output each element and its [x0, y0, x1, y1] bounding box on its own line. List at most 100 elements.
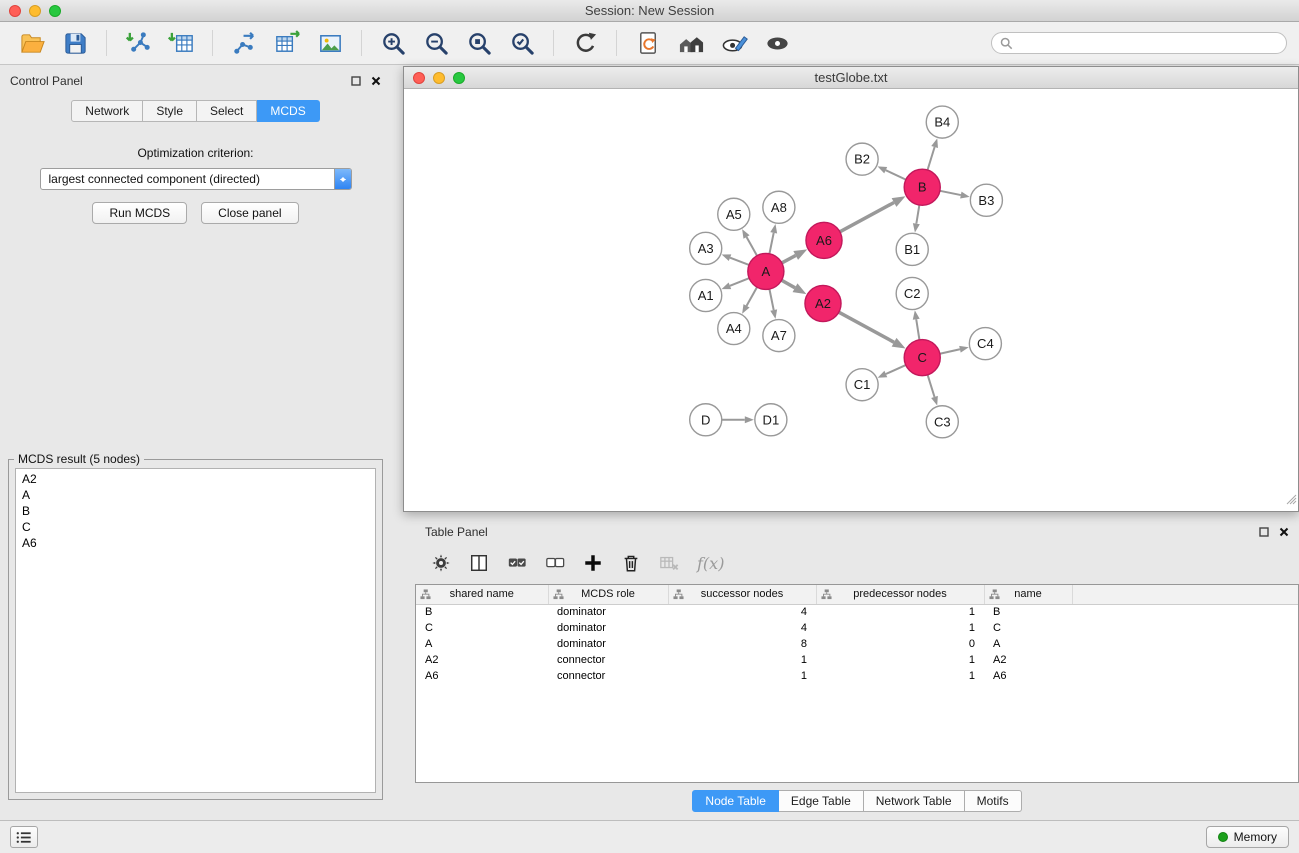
zoom-out-button[interactable] [416, 26, 456, 60]
close-table-panel-button[interactable] [1279, 527, 1289, 537]
graph-edge-A-A1[interactable] [730, 278, 749, 286]
zoom-selected-button[interactable] [502, 26, 542, 60]
table-settings-button[interactable] [431, 553, 451, 573]
graph-edge-C-C2[interactable] [916, 319, 919, 340]
graph-edge-B-B3[interactable] [940, 191, 961, 195]
graph-node-A8[interactable]: A8 [763, 191, 795, 223]
delete-row-button[interactable] [621, 553, 641, 573]
graph-node-B4[interactable]: B4 [926, 106, 958, 138]
select-all-button[interactable] [507, 553, 527, 573]
graph-node-B2[interactable]: B2 [846, 143, 878, 175]
table-row[interactable]: A2connector11A2 [416, 652, 1298, 668]
column-header-shared-name[interactable]: shared name [416, 585, 548, 604]
network-minimize-button[interactable] [433, 72, 445, 84]
hide-graphics-details-button[interactable] [714, 26, 754, 60]
graph-edge-A-A8[interactable] [769, 233, 773, 254]
graph-edge-C-C3[interactable] [928, 375, 935, 397]
delete-table-button[interactable] [659, 553, 679, 573]
table-row[interactable]: A6connector11A6 [416, 668, 1298, 684]
search-input[interactable] [1018, 36, 1278, 50]
network-close-button[interactable] [413, 72, 425, 84]
graph-node-B3[interactable]: B3 [970, 184, 1002, 216]
table-row[interactable]: Adominator80A [416, 636, 1298, 652]
export-network-button[interactable] [224, 26, 264, 60]
close-panel-action-button[interactable]: Close panel [201, 202, 298, 224]
result-item[interactable]: A6 [22, 535, 369, 551]
graph-edge-A-A5[interactable] [747, 237, 757, 256]
tab-select[interactable]: Select [197, 100, 257, 122]
mcds-result-list[interactable]: A2ABCA6 [15, 468, 376, 793]
graph-node-A3[interactable]: A3 [690, 232, 722, 264]
export-image-button[interactable] [310, 26, 350, 60]
graph-node-C4[interactable]: C4 [969, 328, 1001, 360]
tab-network[interactable]: Network [71, 100, 143, 122]
graph-node-B[interactable]: B [904, 169, 940, 205]
home-button[interactable] [671, 26, 711, 60]
graph-edge-B-B1[interactable] [916, 205, 919, 224]
graph-node-A4[interactable]: A4 [718, 313, 750, 345]
graph-edge-C-C4[interactable] [940, 349, 960, 353]
table-row[interactable]: Cdominator41C [416, 620, 1298, 636]
import-table-from-file-button[interactable] [161, 26, 201, 60]
tab-style[interactable]: Style [143, 100, 197, 122]
result-item[interactable]: A [22, 487, 369, 503]
show-graphics-details-button[interactable] [757, 26, 797, 60]
optimization-criterion-dropdown[interactable]: largest connected component (directed) [40, 168, 352, 190]
column-header-predecessor-nodes[interactable]: predecessor nodes [816, 585, 984, 604]
tab-motifs[interactable]: Motifs [965, 790, 1022, 812]
graph-node-D[interactable]: D [690, 404, 722, 436]
zoom-window-button[interactable] [49, 5, 61, 17]
graph-edge-A-A6[interactable] [782, 255, 796, 262]
tab-network-table[interactable]: Network Table [864, 790, 965, 812]
network-canvas[interactable]: B4 B2 B B3 A8 A5 A6 A3 B1 A C2 A1 A2 A4 A7 C4 C C1 D D1 C3 [404, 89, 1298, 511]
zoom-in-button[interactable] [373, 26, 413, 60]
unselect-all-button[interactable] [545, 553, 565, 573]
graph-node-A7[interactable]: A7 [763, 320, 795, 352]
network-zoom-button[interactable] [453, 72, 465, 84]
task-history-button[interactable] [10, 826, 38, 848]
apply-preferred-layout-button[interactable] [565, 26, 605, 60]
memory-button[interactable]: Memory [1206, 826, 1289, 848]
function-builder-button[interactable]: f(x) [697, 554, 724, 573]
zoom-fit-button[interactable] [459, 26, 499, 60]
graph-edge-B-B2[interactable] [886, 170, 906, 179]
graph-node-A[interactable]: A [748, 253, 784, 289]
graph-node-B1[interactable]: B1 [896, 233, 928, 265]
column-header-name[interactable]: name [984, 585, 1072, 604]
tab-edge-table[interactable]: Edge Table [779, 790, 864, 812]
graph-node-D1[interactable]: D1 [755, 404, 787, 436]
open-session-button[interactable] [12, 26, 52, 60]
graph-edge-A-A4[interactable] [747, 287, 757, 306]
column-header-successor-nodes[interactable]: successor nodes [668, 585, 816, 604]
result-item[interactable]: A2 [22, 471, 369, 487]
table-row[interactable]: Bdominator41B [416, 604, 1298, 620]
graph-node-A2[interactable]: A2 [805, 285, 841, 321]
graph-node-C3[interactable]: C3 [926, 406, 958, 438]
graph-node-C2[interactable]: C2 [896, 277, 928, 309]
save-session-button[interactable] [55, 26, 95, 60]
float-table-panel-button[interactable] [1259, 527, 1269, 537]
tab-node-table[interactable]: Node Table [692, 790, 779, 812]
graph-edge-A-A3[interactable] [730, 258, 749, 265]
graph-edge-C-C1[interactable] [886, 365, 906, 374]
add-row-button[interactable] [583, 553, 603, 573]
graph-node-A1[interactable]: A1 [690, 279, 722, 311]
graph-node-A5[interactable]: A5 [718, 198, 750, 230]
import-network-from-file-button[interactable] [118, 26, 158, 60]
resize-handle[interactable] [1285, 492, 1297, 510]
graph-edge-A2-C[interactable] [839, 312, 894, 342]
column-header-MCDS-role[interactable]: MCDS role [548, 585, 668, 604]
float-panel-button[interactable] [351, 76, 361, 86]
export-document-button[interactable] [628, 26, 668, 60]
graph-edge-A-A2[interactable] [782, 280, 795, 288]
close-window-button[interactable] [9, 5, 21, 17]
split-columns-button[interactable] [469, 553, 489, 573]
graph-edge-B-B4[interactable] [928, 147, 935, 170]
run-mcds-button[interactable]: Run MCDS [92, 202, 187, 224]
graph-edge-A-A7[interactable] [769, 289, 773, 310]
graph-node-C1[interactable]: C1 [846, 369, 878, 401]
close-panel-button[interactable] [371, 76, 381, 86]
graph-edge-A6-B[interactable] [840, 202, 894, 231]
graph-node-A6[interactable]: A6 [806, 222, 842, 258]
graph-node-C[interactable]: C [904, 340, 940, 376]
